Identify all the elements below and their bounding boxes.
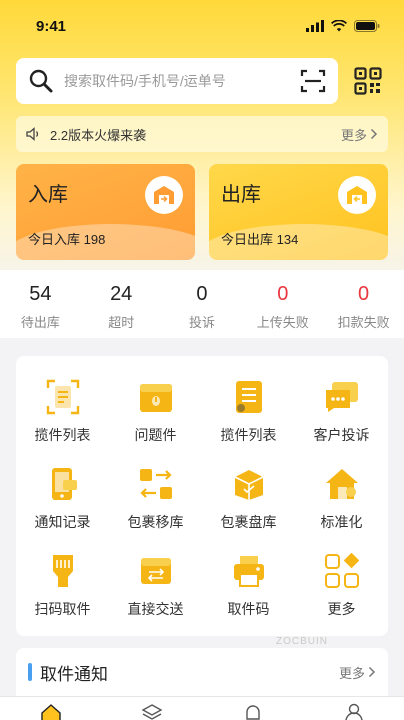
status-icons: [306, 20, 380, 32]
grid-item-label: 问题件: [134, 427, 177, 444]
watermark: ZOCBUIN: [276, 636, 328, 647]
grid-item-label: 更多: [327, 600, 356, 617]
warehouse-in-icon: [145, 176, 183, 214]
inout-cards: 入库 今日入库 198 出库 今日出库 134: [16, 164, 388, 260]
document-scan-icon: [43, 377, 83, 417]
grid-item-label: 通知记录: [34, 513, 91, 530]
pickup-more-link[interactable]: 更多: [339, 663, 376, 682]
stat-item[interactable]: 0 扣款失败: [323, 270, 404, 338]
transfer-icon: [136, 464, 176, 504]
wifi-icon: [331, 20, 347, 32]
box-check-icon: [229, 464, 269, 504]
stat-label: 超时: [108, 315, 135, 330]
notice-bar[interactable]: 2.2版本火爆来袭 更多: [16, 116, 388, 152]
grid-item[interactable]: 问题件: [109, 368, 202, 455]
stat-value: 0: [277, 283, 289, 305]
phone-message-icon: [43, 464, 83, 504]
status-bar: 9:41: [0, 0, 404, 52]
function-grid: 揽件列表 问题件 揽件列表 客户投诉通知记录 包裹移库 包裹盘库 标准化扫码取件 直接交送 取件…: [16, 356, 388, 636]
grid-item[interactable]: 揽件列表: [202, 368, 295, 455]
stat-value: 0: [196, 283, 208, 305]
grid-item[interactable]: 直接交送: [109, 541, 202, 628]
inbound-card[interactable]: 入库 今日入库 198: [16, 164, 195, 260]
outbound-card[interactable]: 出库 今日出库 134: [209, 164, 388, 260]
scan-icon[interactable]: [300, 68, 326, 94]
tab-profile[interactable]: [334, 703, 374, 720]
chat-icon: [322, 377, 362, 417]
grid-item-label: 客户投诉: [313, 427, 370, 444]
tab-packages[interactable]: [132, 703, 172, 720]
scanner-icon: [43, 551, 83, 591]
stat-item[interactable]: 0 投诉: [162, 270, 243, 338]
house-icon: [322, 464, 362, 504]
pickup-notice-header: 取件通知 更多: [16, 648, 388, 696]
chevron-right-icon: [368, 666, 376, 678]
status-time: 9:41: [36, 17, 67, 35]
stat-value: 54: [29, 283, 52, 305]
pickup-notice-title: 取件通知: [40, 664, 108, 684]
grid-item-label: 包裹移库: [127, 513, 184, 530]
grid-item[interactable]: 更多: [295, 541, 388, 628]
stat-value: 24: [110, 283, 133, 305]
grid-item-label: 扫码取件: [34, 600, 91, 617]
user-icon: [344, 703, 363, 720]
stat-value: 0: [358, 283, 370, 305]
grid-item[interactable]: 包裹移库: [109, 455, 202, 542]
outbound-subtitle: 今日出库 134: [221, 232, 299, 247]
stats-row: 54 待出库 24 超时 0 投诉 0 上传失败 0 扣款失败: [0, 270, 404, 338]
tab-home[interactable]: [31, 703, 71, 720]
printer-icon: [229, 551, 269, 591]
section-accent-bar: [28, 663, 32, 681]
stat-item[interactable]: 0 上传失败: [242, 270, 323, 338]
chevron-right-icon: [370, 128, 378, 140]
grid-item[interactable]: 扫码取件: [16, 541, 109, 628]
warehouse-out-icon: [338, 176, 376, 214]
stat-label: 扣款失败: [337, 315, 390, 330]
grid-item-label: 揽件列表: [34, 427, 91, 444]
pickup-more-label: 更多: [338, 665, 365, 681]
grid-item-label: 包裹盘库: [220, 513, 277, 530]
qr-code-icon: [354, 67, 382, 95]
search-row: 搜索取件码/手机号/运单号: [16, 58, 388, 104]
grid-item[interactable]: 包裹盘库: [202, 455, 295, 542]
qr-code-button[interactable]: [348, 58, 388, 104]
grid-item[interactable]: 通知记录: [16, 455, 109, 542]
layers-icon: [141, 704, 162, 720]
grid-item-label: 直接交送: [127, 600, 184, 617]
more-grid-icon: [322, 551, 362, 591]
grid-item[interactable]: 揽件列表: [16, 368, 109, 455]
stat-item[interactable]: 24 超时: [81, 270, 162, 338]
notice-more-link[interactable]: 更多: [341, 125, 378, 144]
tab-messages[interactable]: [233, 703, 273, 720]
warning-box-icon: [136, 377, 176, 417]
grid-item-label: 取件码: [227, 600, 270, 617]
grid-item[interactable]: 客户投诉: [295, 368, 388, 455]
bell-icon: [245, 705, 260, 720]
speaker-icon: [26, 127, 39, 141]
list-icon: [229, 377, 269, 417]
stat-label: 上传失败: [256, 315, 309, 330]
notice-more-label: 更多: [340, 127, 367, 143]
stat-label: 待出库: [20, 315, 60, 330]
stat-label: 投诉: [188, 315, 215, 330]
grid-item-label: 标准化: [320, 513, 363, 530]
grid-item[interactable]: 取件码: [202, 541, 295, 628]
battery-icon: [354, 20, 380, 32]
home-icon: [40, 704, 61, 720]
inbound-subtitle: 今日入库 198: [28, 232, 106, 247]
signal-icon: [306, 20, 324, 32]
search-input[interactable]: 搜索取件码/手机号/运单号: [16, 58, 338, 104]
stat-item[interactable]: 54 待出库: [0, 270, 81, 338]
box-exchange-icon: [136, 551, 176, 591]
grid-item-label: 揽件列表: [220, 427, 277, 444]
notice-text: 2.2版本火爆来袭: [50, 127, 147, 143]
grid-item[interactable]: 标准化: [295, 455, 388, 542]
search-icon: [29, 69, 53, 93]
search-placeholder: 搜索取件码/手机号/运单号: [64, 73, 226, 89]
tab-bar: [0, 696, 404, 720]
